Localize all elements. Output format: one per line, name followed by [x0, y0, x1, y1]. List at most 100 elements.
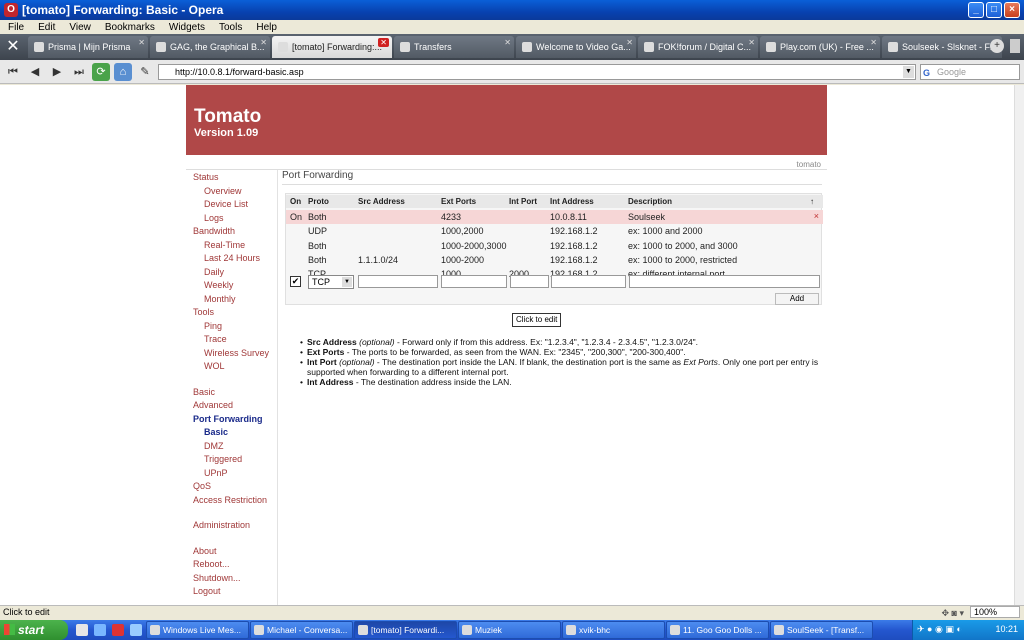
- url-input[interactable]: http://10.0.8.1/forward-basic.asp ▼: [158, 63, 916, 80]
- sidebar-item-device-list[interactable]: Device List: [204, 199, 248, 209]
- table-row[interactable]: Both 1.1.1.0/24 1000-2000 192.168.1.2 ex: 10…: [286, 253, 823, 267]
- menu-bookmarks[interactable]: Bookmarks: [105, 22, 155, 33]
- sidebar-item-advanced[interactable]: Advanced: [193, 400, 233, 410]
- back-icon[interactable]: ◀: [26, 63, 44, 81]
- sidebar-item-wol[interactable]: WOL: [204, 361, 225, 371]
- close-tab-icon[interactable]: ✕: [748, 38, 755, 47]
- tab-transfers[interactable]: Transfers ✕: [394, 36, 514, 58]
- start-button[interactable]: start: [0, 620, 68, 640]
- trash-icon[interactable]: [1010, 39, 1020, 53]
- tab-soulseek[interactable]: Soulseek - Slsknet - Fi...✕: [882, 36, 1002, 58]
- delete-row-icon[interactable]: ×: [814, 211, 819, 221]
- forward-icon[interactable]: ▶: [48, 63, 66, 81]
- int-port-input[interactable]: [510, 275, 549, 288]
- tab-videogames[interactable]: Welcome to Video Ga... ✕: [516, 36, 636, 58]
- maximize-button[interactable]: □: [986, 2, 1002, 18]
- tab-prisma[interactable]: Prisma | Mijn Prisma ✕: [28, 36, 148, 58]
- sidebar-item-basic[interactable]: Basic: [204, 427, 228, 437]
- quicklaunch-desktop-icon[interactable]: [94, 624, 106, 636]
- header-intport[interactable]: Int Port: [509, 197, 537, 206]
- table-row[interactable]: UDP 1000,2000 192.168.1.2 ex: 1000 and 2000: [286, 224, 823, 238]
- quicklaunch-media-icon[interactable]: [130, 624, 142, 636]
- sidebar-item-port-forwarding[interactable]: Port Forwarding: [193, 414, 263, 424]
- sort-up-icon[interactable]: ↑: [810, 197, 814, 206]
- tab-tomato[interactable]: [tomato] Forwarding:... ✕: [272, 36, 392, 58]
- close-window-button[interactable]: ×: [1004, 2, 1020, 18]
- search-input[interactable]: G Google: [920, 63, 1020, 80]
- close-tab-icon[interactable]: ✕: [870, 38, 877, 47]
- header-ext[interactable]: Ext Ports: [441, 197, 476, 206]
- menu-edit[interactable]: Edit: [38, 22, 55, 33]
- taskbar-item[interactable]: 11. Goo Goo Dolls ...: [666, 621, 769, 639]
- sidebar-item-administration[interactable]: Administration: [193, 520, 250, 530]
- proto-select[interactable]: TCP ▼: [308, 275, 354, 289]
- menu-help[interactable]: Help: [256, 22, 277, 33]
- taskbar-item[interactable]: [tomato] Forwardi...: [354, 621, 457, 639]
- sidebar-item-daily[interactable]: Daily: [204, 267, 224, 277]
- int-address-input[interactable]: [551, 275, 626, 288]
- rewind-icon[interactable]: ⏮: [4, 63, 22, 81]
- table-row[interactable]: On Both 4233 10.0.8.11 Soulseek ×: [286, 210, 823, 224]
- sidebar-item-bandwidth[interactable]: Bandwidth: [193, 226, 235, 236]
- sidebar-item-reboot[interactable]: Reboot...: [193, 559, 230, 569]
- sidebar-item-qos[interactable]: QoS: [193, 481, 211, 491]
- status-icons[interactable]: ✥ ◙ ▾: [942, 607, 965, 620]
- dropdown-arrow-icon[interactable]: ▼: [903, 65, 914, 78]
- tab-fok[interactable]: FOK!forum / Digital C... ✕: [638, 36, 758, 58]
- header-intaddr[interactable]: Int Address: [550, 197, 594, 206]
- close-tab-icon[interactable]: ✕: [378, 38, 389, 47]
- edit-icon[interactable]: ✎: [136, 63, 154, 81]
- sidebar-item-dmz[interactable]: DMZ: [204, 441, 224, 451]
- tab-gag[interactable]: GAG, the Graphical B... ✕: [150, 36, 270, 58]
- sidebar-item-monthly[interactable]: Monthly: [204, 294, 236, 304]
- taskbar-item[interactable]: Michael - Conversa...: [250, 621, 353, 639]
- sidebar-item-upnp[interactable]: UPnP: [204, 468, 228, 478]
- add-button[interactable]: Add: [775, 293, 819, 305]
- sidebar-item-real-time[interactable]: Real-Time: [204, 240, 245, 250]
- close-tab-icon[interactable]: ✕: [138, 38, 145, 47]
- reload-icon[interactable]: ⟳: [92, 62, 110, 81]
- header-desc[interactable]: Description: [628, 197, 672, 206]
- sidebar-item-about[interactable]: About: [193, 546, 217, 556]
- sidebar-item-last-24-hours[interactable]: Last 24 Hours: [204, 253, 260, 263]
- taskbar-item[interactable]: SoulSeek - [Transf...: [770, 621, 873, 639]
- fast-forward-icon[interactable]: ⏭: [70, 63, 88, 81]
- quicklaunch-ie-icon[interactable]: [76, 624, 88, 636]
- description-input[interactable]: [629, 275, 820, 288]
- minimize-button[interactable]: _: [968, 2, 984, 18]
- tray-icons[interactable]: ✈ ● ◉ ▣ ◐: [917, 624, 962, 635]
- table-row[interactable]: Both 1000-2000,3000 192.168.1.2 ex: 1000 to…: [286, 239, 823, 253]
- home-icon[interactable]: ⌂: [114, 62, 132, 81]
- sidebar-item-status[interactable]: Status: [193, 172, 219, 182]
- tab-play[interactable]: Play.com (UK) - Free ... ✕: [760, 36, 880, 58]
- taskbar-item[interactable]: xvik-bhc: [562, 621, 665, 639]
- menu-view[interactable]: View: [69, 22, 91, 33]
- menu-widgets[interactable]: Widgets: [169, 22, 205, 33]
- quicklaunch-opera-icon[interactable]: [112, 624, 124, 636]
- sidebar-item-wireless-survey[interactable]: Wireless Survey: [204, 348, 269, 358]
- sidebar-item-shutdown[interactable]: Shutdown...: [193, 573, 241, 583]
- sidebar-item-ping[interactable]: Ping: [204, 321, 222, 331]
- zoom-select[interactable]: 100%: [970, 606, 1020, 618]
- src-address-input[interactable]: [358, 275, 438, 288]
- sidebar-item-access-restriction[interactable]: Access Restriction: [193, 495, 267, 505]
- sidebar-item-logs[interactable]: Logs: [204, 213, 224, 223]
- close-tab-icon[interactable]: ✕: [504, 38, 511, 47]
- sidebar-item-tools[interactable]: Tools: [193, 307, 214, 317]
- taskbar-item[interactable]: Windows Live Mes...: [146, 621, 249, 639]
- sidebar-item-weekly[interactable]: Weekly: [204, 280, 233, 290]
- header-src[interactable]: Src Address: [358, 197, 405, 206]
- menu-tools[interactable]: Tools: [219, 22, 242, 33]
- menu-file[interactable]: File: [8, 22, 24, 33]
- new-tab-icon[interactable]: +: [990, 39, 1004, 53]
- sidebar-item-logout[interactable]: Logout: [193, 586, 221, 596]
- taskbar-item[interactable]: Muziek: [458, 621, 561, 639]
- sidebar-item-basic[interactable]: Basic: [193, 387, 215, 397]
- sidebar-item-overview[interactable]: Overview: [204, 186, 242, 196]
- sidebar-item-triggered[interactable]: Triggered: [204, 454, 242, 464]
- close-tab-icon[interactable]: ✕: [626, 38, 633, 47]
- header-proto[interactable]: Proto: [308, 197, 329, 206]
- close-tab-icon[interactable]: ✕: [260, 38, 267, 47]
- enable-checkbox[interactable]: ✔: [290, 276, 301, 287]
- sidebar-item-trace[interactable]: Trace: [204, 334, 227, 344]
